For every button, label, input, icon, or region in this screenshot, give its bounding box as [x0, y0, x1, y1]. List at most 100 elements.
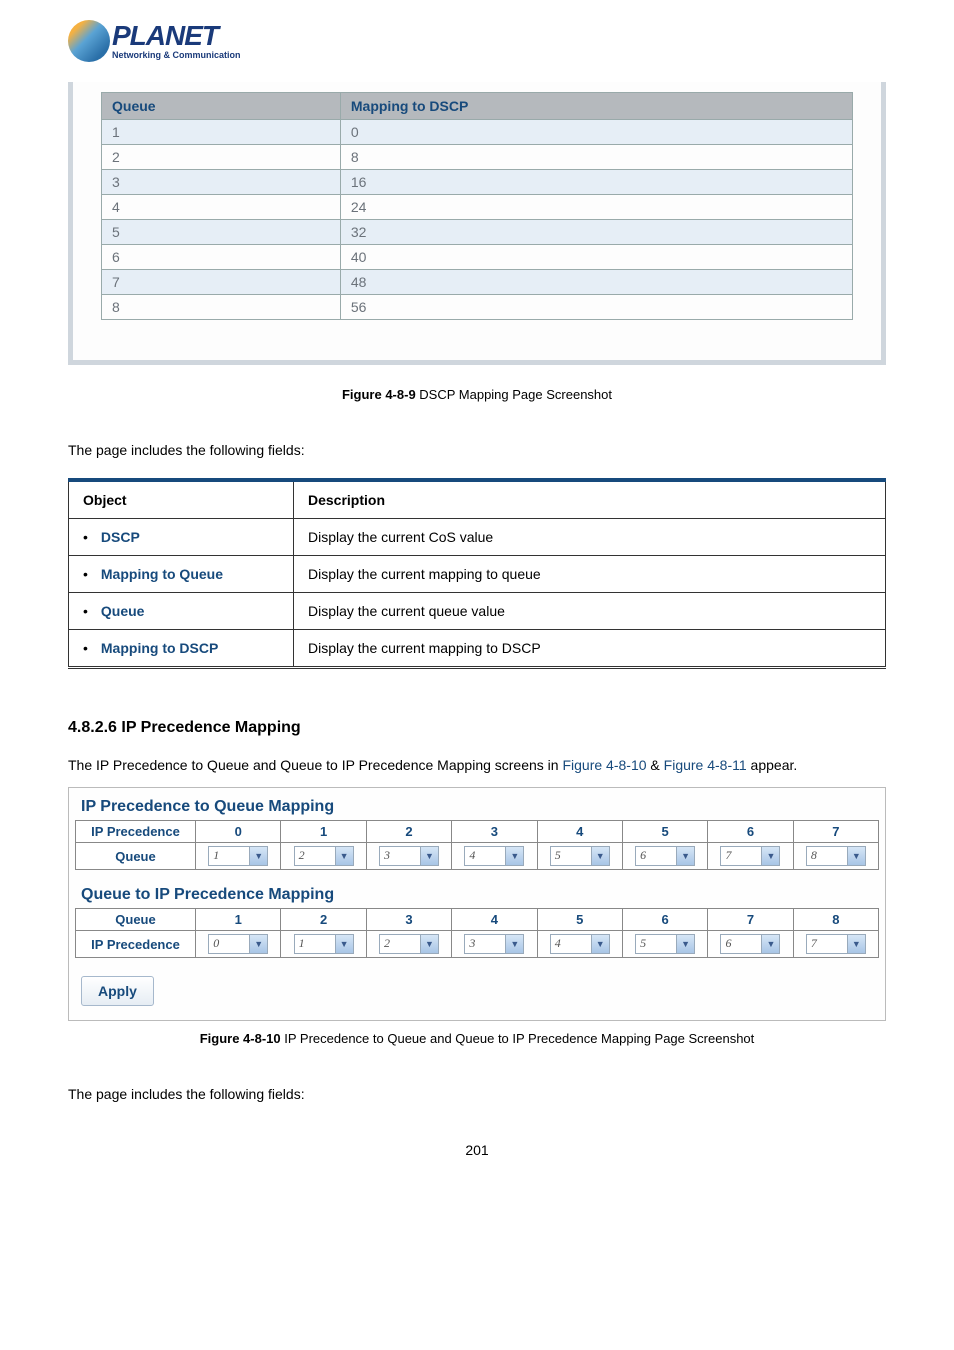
desc-object: • Mapping to DSCP [69, 630, 294, 668]
figure-ref-link[interactable]: Figure 4-8-11 [664, 757, 747, 773]
chevron-down-icon: ▼ [505, 935, 523, 953]
chevron-down-icon: ▼ [847, 935, 865, 953]
ipq-header: 1 [281, 821, 366, 843]
ipq-header: 6 [708, 821, 793, 843]
ip-select[interactable]: 3▼ [464, 934, 524, 954]
ip-select[interactable]: 2▼ [379, 934, 439, 954]
figure-ref-link[interactable]: Figure 4-8-10 [562, 757, 646, 773]
ipq-title: IP Precedence to Queue Mapping [69, 794, 885, 820]
desc-header-object: Object [69, 480, 294, 519]
section-heading: 4.8.2.6 IP Precedence Mapping [68, 719, 886, 737]
dscp-mapping-screenshot: Queue Mapping to DSCP 10 28 316 424 532 … [68, 82, 886, 365]
chevron-down-icon: ▼ [420, 935, 438, 953]
dscp-cell: 0 [340, 120, 852, 145]
dscp-cell: 6 [102, 245, 341, 270]
ip-precedence-screenshot: IP Precedence to Queue Mapping IP Preced… [68, 787, 886, 1021]
figure-text: IP Precedence to Queue and Queue to IP P… [281, 1031, 755, 1046]
ipq-header: 4 [537, 821, 622, 843]
ip-select[interactable]: 0▼ [208, 934, 268, 954]
logo-area: PLANET Networking & Communication [0, 20, 954, 82]
figure-4-8-9-caption: Figure 4-8-9 DSCP Mapping Page Screensho… [0, 387, 954, 402]
ipq-header: 7 [793, 821, 878, 843]
queue-select[interactable]: 3▼ [379, 846, 439, 866]
qip-header: 6 [622, 909, 707, 931]
ip-select[interactable]: 7▼ [806, 934, 866, 954]
ipq-header: 0 [196, 821, 281, 843]
queue-to-ip-table: Queue 1 2 3 4 5 6 7 8 IP Precedence 0▼ 1… [75, 908, 879, 958]
section-intro: The IP Precedence to Queue and Queue to … [68, 757, 886, 773]
chevron-down-icon: ▼ [761, 935, 779, 953]
queue-select[interactable]: 5▼ [550, 846, 610, 866]
queue-select[interactable]: 7▼ [720, 846, 780, 866]
queue-select[interactable]: 1▼ [208, 846, 268, 866]
dscp-header-dscp: Mapping to DSCP [340, 93, 852, 120]
desc-description: Display the current mapping to DSCP [294, 630, 886, 668]
dscp-cell: 7 [102, 270, 341, 295]
logo-tagline: Networking & Communication [112, 50, 241, 60]
logo-globe-icon [68, 20, 110, 62]
chevron-down-icon: ▼ [591, 847, 609, 865]
desc-object: • DSCP [69, 519, 294, 556]
dscp-cell: 16 [340, 170, 852, 195]
chevron-down-icon: ▼ [676, 935, 694, 953]
queue-select[interactable]: 4▼ [464, 846, 524, 866]
qip-row-queue-label: Queue [76, 909, 196, 931]
fields-description-table: Object Description • DSCP Display the cu… [68, 478, 886, 669]
chevron-down-icon: ▼ [335, 847, 353, 865]
figure-4-8-10-caption: Figure 4-8-10 IP Precedence to Queue and… [68, 1031, 886, 1046]
desc-object: • Mapping to Queue [69, 556, 294, 593]
ip-select[interactable]: 6▼ [720, 934, 780, 954]
desc-description: Display the current mapping to queue [294, 556, 886, 593]
queue-select[interactable]: 6▼ [635, 846, 695, 866]
ip-to-queue-table: IP Precedence 0 1 2 3 4 5 6 7 Queue 1▼ 2… [75, 820, 879, 870]
dscp-cell: 5 [102, 220, 341, 245]
qip-header: 2 [281, 909, 366, 931]
ipq-header: 3 [452, 821, 537, 843]
fields-intro-2: The page includes the following fields: [68, 1086, 886, 1102]
dscp-cell: 56 [340, 295, 852, 320]
figure-label: Figure 4-8-10 [200, 1031, 281, 1046]
dscp-cell: 4 [102, 195, 341, 220]
qip-header: 1 [196, 909, 281, 931]
queue-select[interactable]: 8▼ [806, 846, 866, 866]
dscp-cell: 48 [340, 270, 852, 295]
desc-description: Display the current queue value [294, 593, 886, 630]
chevron-down-icon: ▼ [249, 847, 267, 865]
chevron-down-icon: ▼ [505, 847, 523, 865]
fields-intro: The page includes the following fields: [68, 442, 886, 458]
dscp-cell: 24 [340, 195, 852, 220]
ip-select[interactable]: 4▼ [550, 934, 610, 954]
ip-select[interactable]: 1▼ [294, 934, 354, 954]
qip-row-ip-label: IP Precedence [76, 931, 196, 958]
queue-select[interactable]: 2▼ [294, 846, 354, 866]
chevron-down-icon: ▼ [335, 935, 353, 953]
dscp-table: Queue Mapping to DSCP 10 28 316 424 532 … [101, 92, 853, 320]
desc-header-description: Description [294, 480, 886, 519]
ipq-header: 5 [622, 821, 707, 843]
chevron-down-icon: ▼ [249, 935, 267, 953]
chevron-down-icon: ▼ [761, 847, 779, 865]
page-number: 201 [0, 1142, 954, 1158]
logo: PLANET Networking & Communication [68, 20, 954, 62]
desc-description: Display the current CoS value [294, 519, 886, 556]
chevron-down-icon: ▼ [847, 847, 865, 865]
desc-object: • Queue [69, 593, 294, 630]
qip-title: Queue to IP Precedence Mapping [69, 882, 885, 908]
dscp-cell: 3 [102, 170, 341, 195]
dscp-cell: 40 [340, 245, 852, 270]
ip-select[interactable]: 5▼ [635, 934, 695, 954]
dscp-cell: 1 [102, 120, 341, 145]
dscp-cell: 8 [340, 145, 852, 170]
ipq-row-queue-label: Queue [76, 843, 196, 870]
qip-header: 4 [452, 909, 537, 931]
apply-button[interactable]: Apply [81, 976, 154, 1006]
chevron-down-icon: ▼ [420, 847, 438, 865]
qip-header: 3 [366, 909, 451, 931]
figure-label: Figure 4-8-9 [342, 387, 416, 402]
logo-brand: PLANET [112, 22, 241, 50]
qip-header: 7 [708, 909, 793, 931]
ipq-row-ip-label: IP Precedence [76, 821, 196, 843]
qip-header: 5 [537, 909, 622, 931]
dscp-cell: 2 [102, 145, 341, 170]
qip-header: 8 [793, 909, 878, 931]
